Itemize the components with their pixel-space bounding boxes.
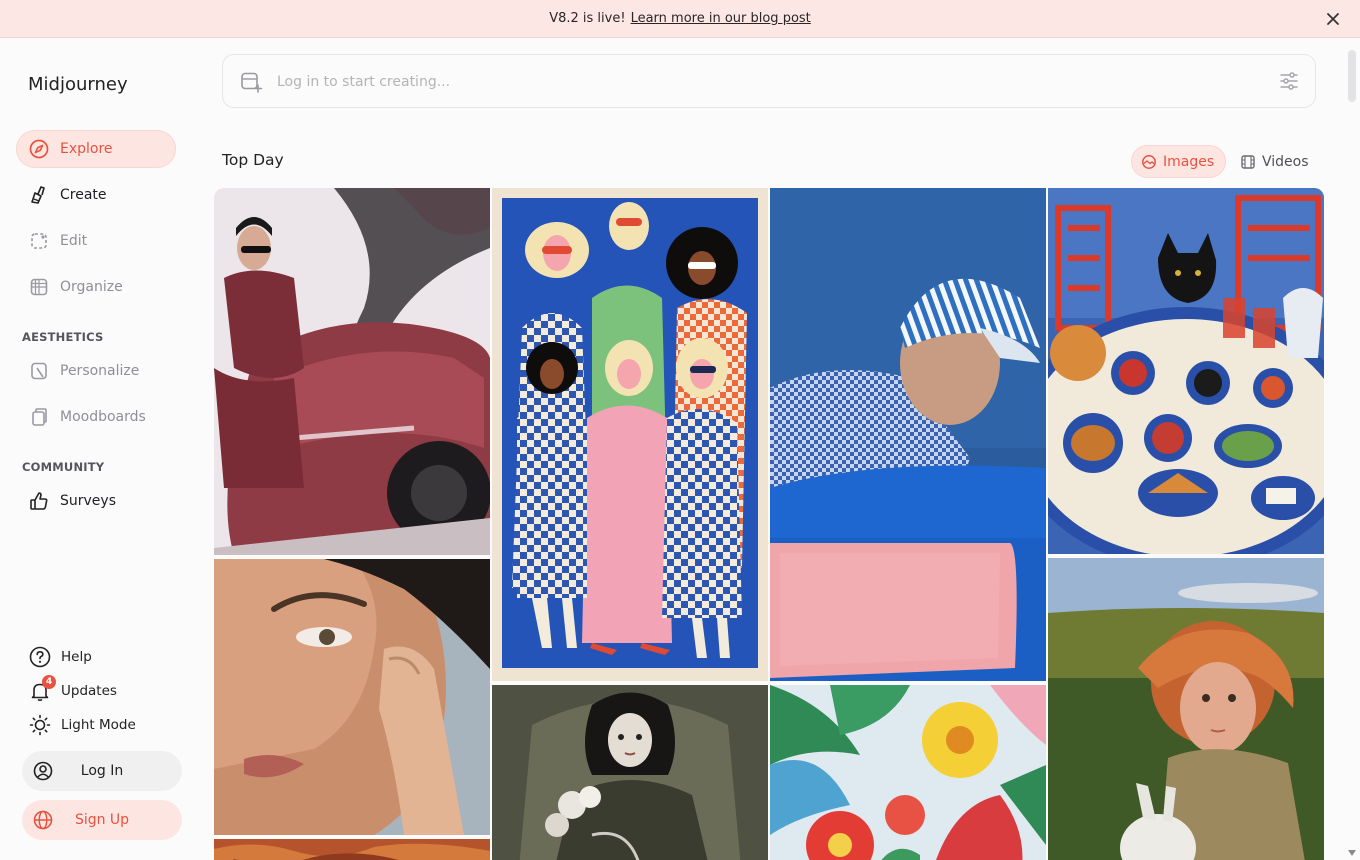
edit-frame-icon xyxy=(28,230,50,252)
thumbs-up-icon xyxy=(28,490,50,512)
help-label: Help xyxy=(61,649,92,665)
gallery-image-striped-cap[interactable] xyxy=(770,188,1046,681)
gallery-image-sepia-portrait[interactable] xyxy=(492,685,768,860)
moodboard-icon xyxy=(28,406,50,428)
grid-icon xyxy=(28,276,50,298)
image-icon xyxy=(1141,154,1157,170)
gallery-image-red-car[interactable] xyxy=(214,188,490,555)
sidebar-item-surveys[interactable]: Surveys xyxy=(16,482,176,520)
banner-blog-link[interactable]: Learn more in our blog post xyxy=(631,11,811,26)
sidebar: Midjourney Explore Create Edit Organize … xyxy=(0,38,196,860)
tab-images-label: Images xyxy=(1163,153,1215,170)
sun-icon xyxy=(28,713,52,737)
close-icon[interactable] xyxy=(1323,9,1343,29)
gallery-image-autumn[interactable] xyxy=(214,839,490,860)
sidebar-item-personalize[interactable]: Personalize xyxy=(16,352,176,390)
prompt-input[interactable] xyxy=(277,69,1237,95)
gallery-image-cat-table[interactable] xyxy=(1048,188,1324,554)
sidebar-item-explore[interactable]: Explore xyxy=(16,130,176,168)
tab-videos[interactable]: Videos xyxy=(1230,145,1321,178)
personalize-icon xyxy=(28,360,50,382)
sidebar-item-edit[interactable]: Edit xyxy=(16,222,176,260)
sidebar-item-organize[interactable]: Organize xyxy=(16,268,176,306)
community-section-label: COMMUNITY xyxy=(22,460,105,474)
signup-button[interactable]: Sign Up xyxy=(22,800,182,840)
prompt-bar xyxy=(222,54,1316,108)
sidebar-item-label: Create xyxy=(60,187,107,203)
settings-sliders-icon[interactable] xyxy=(1279,71,1299,91)
sidebar-item-label: Personalize xyxy=(60,363,140,379)
login-button[interactable]: Log In xyxy=(22,751,182,791)
compass-icon xyxy=(28,138,50,160)
gallery-image-child-rabbit[interactable] xyxy=(1048,558,1324,860)
gallery-image-checkered-women[interactable] xyxy=(492,188,768,681)
globe-icon xyxy=(32,809,54,831)
brand-logo[interactable]: Midjourney xyxy=(28,74,128,95)
help-link[interactable]: Help xyxy=(28,644,92,670)
updates-label: Updates xyxy=(61,683,117,699)
light-mode-toggle[interactable]: Light Mode xyxy=(28,712,136,738)
scrollbar-thumb[interactable] xyxy=(1348,50,1356,102)
updates-link[interactable]: 4 Updates xyxy=(28,675,117,704)
scroll-down-arrow[interactable] xyxy=(1348,850,1356,856)
help-icon xyxy=(28,645,52,669)
sidebar-item-label: Moodboards xyxy=(60,409,146,425)
add-image-icon[interactable] xyxy=(239,70,263,94)
sidebar-item-moodboards[interactable]: Moodboards xyxy=(16,398,176,436)
tab-images[interactable]: Images xyxy=(1131,145,1227,178)
updates-badge: 4 xyxy=(42,675,56,689)
film-icon xyxy=(1240,154,1256,170)
sidebar-item-label: Edit xyxy=(60,233,88,249)
feed-title: Top Day xyxy=(222,151,284,169)
sidebar-item-label: Organize xyxy=(60,279,123,295)
bell-icon: 4 xyxy=(28,675,56,703)
aesthetics-section-label: AESTHETICS xyxy=(22,330,104,344)
sidebar-item-create[interactable]: Create xyxy=(16,176,176,214)
image-gallery xyxy=(214,188,1324,860)
banner-message: V8.2 is live! xyxy=(549,11,626,26)
gallery-image-skin-portrait[interactable] xyxy=(214,559,490,835)
tab-videos-label: Videos xyxy=(1262,153,1309,170)
gallery-image-tropical-flowers[interactable] xyxy=(770,685,1046,860)
sidebar-item-label: Explore xyxy=(60,141,113,157)
user-icon xyxy=(32,760,54,782)
announcement-banner: V8.2 is live! Learn more in our blog pos… xyxy=(0,0,1360,38)
brush-icon xyxy=(28,184,50,206)
light-mode-label: Light Mode xyxy=(61,717,136,733)
sidebar-item-label: Surveys xyxy=(60,493,116,509)
